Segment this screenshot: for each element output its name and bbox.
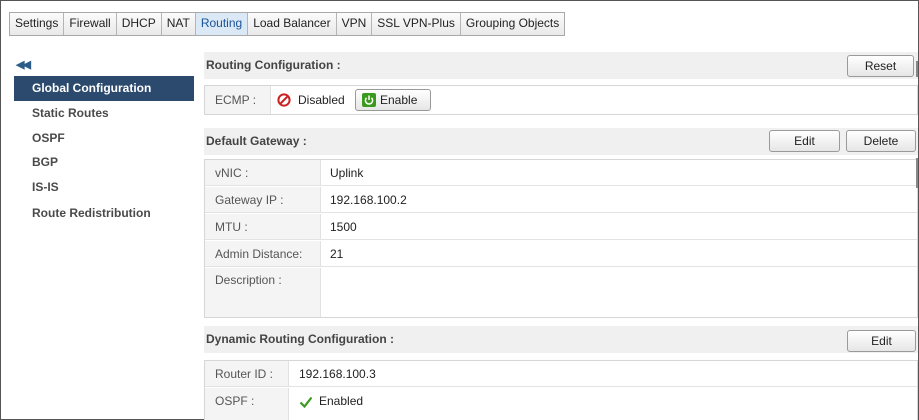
dynamic-routing-header: Dynamic Routing Configuration : [204,326,918,353]
tab-routing[interactable]: Routing [195,13,249,35]
tab-dhcp[interactable]: DHCP [116,13,162,35]
ecmp-box: ECMP : Disabled Enable [204,85,918,115]
sidebar-item-is-is[interactable]: IS-IS [14,175,194,200]
dynamic-routing-table: Router ID : 192.168.100.3 OSPF : Enabled [204,360,918,420]
reset-button[interactable]: Reset [847,55,914,77]
sidebar-item-bgp[interactable]: BGP [14,150,194,175]
checkmark-icon [299,395,313,409]
ospf-label: OSPF : [205,388,289,420]
default-gateway-title: Default Gateway : [206,134,307,148]
tab-vpn[interactable]: VPN [336,13,373,35]
sidebar-item-global-configuration[interactable]: Global Configuration [14,76,194,101]
table-row: Description : [205,268,917,317]
dynamic-routing-edit-button[interactable]: Edit [847,330,916,352]
mtu-label: MTU : [205,214,321,239]
enable-button-label: Enable [380,93,418,107]
ospf-status: Enabled [319,394,364,408]
gateway-ip-label: Gateway IP : [205,187,321,212]
sidebar-item-static-routes[interactable]: Static Routes [14,101,194,126]
table-row: OSPF : Enabled [205,388,917,420]
table-row: Admin Distance: 21 [205,241,917,267]
admin-distance-value: 21 [330,247,344,261]
ecmp-label: ECMP : [205,86,271,114]
sidebar: ◀◀ Global Configuration Static Routes OS… [14,54,195,414]
top-tab-bar: Settings Firewall DHCP NAT Routing Load … [9,12,566,36]
router-id-label: Router ID : [205,361,289,386]
tab-grouping-objects[interactable]: Grouping Objects [460,13,565,35]
vnic-label: vNIC : [205,160,321,185]
power-icon [362,93,376,107]
default-gateway-table: vNIC : Uplink Gateway IP : 192.168.100.2… [204,159,918,318]
tab-settings[interactable]: Settings [10,13,65,35]
description-label: Description : [205,268,321,317]
table-row: Router ID : 192.168.100.3 [205,361,917,387]
scrollbar[interactable] [916,158,918,188]
app-frame: Settings Firewall DHCP NAT Routing Load … [0,0,919,420]
gateway-edit-button[interactable]: Edit [769,130,840,152]
vnic-value: Uplink [330,166,364,180]
ecmp-status: Disabled [298,93,345,107]
disabled-icon [277,93,291,107]
tab-nat[interactable]: NAT [161,13,196,35]
sidebar-item-route-redistribution[interactable]: Route Redistribution [14,201,194,226]
dynamic-routing-title: Dynamic Routing Configuration : [206,332,394,346]
sidebar-item-ospf[interactable]: OSPF [14,126,194,151]
table-row: vNIC : Uplink [205,160,917,186]
tab-firewall[interactable]: Firewall [64,13,117,35]
admin-distance-label: Admin Distance: [205,241,321,266]
routing-configuration-title: Routing Configuration : [206,58,341,72]
routing-configuration-header: Routing Configuration : [204,52,918,79]
router-id-value: 192.168.100.3 [299,367,376,381]
gateway-delete-button[interactable]: Delete [846,130,916,152]
tab-ssl-vpn-plus[interactable]: SSL VPN-Plus [372,13,461,35]
double-chevron-left-icon[interactable]: ◀◀ [16,58,31,71]
scrollbar[interactable] [916,61,918,77]
tab-load-balancer[interactable]: Load Balancer [248,13,337,35]
mtu-value: 1500 [330,220,357,234]
enable-button[interactable]: Enable [355,89,431,111]
gateway-ip-value: 192.168.100.2 [330,193,407,207]
table-row: Gateway IP : 192.168.100.2 [205,187,917,213]
table-row: MTU : 1500 [205,214,917,240]
